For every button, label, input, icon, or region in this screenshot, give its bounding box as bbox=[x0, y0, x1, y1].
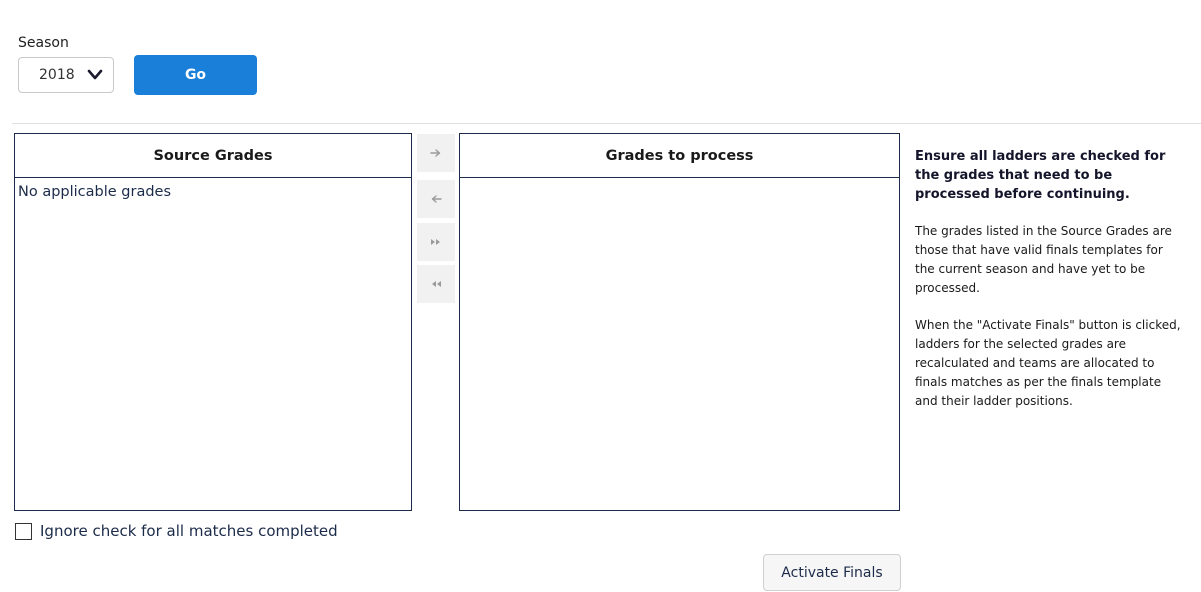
season-select[interactable]: 2018 bbox=[18, 57, 114, 93]
info-paragraph-source: The grades listed in the Source Grades a… bbox=[915, 224, 1172, 295]
season-label: Season bbox=[18, 35, 69, 51]
activate-finals-button[interactable]: Activate Finals bbox=[763, 554, 901, 591]
season-selected-value: 2018 bbox=[39, 67, 75, 83]
source-grades-list[interactable]: Source Grades No applicable grades bbox=[14, 133, 412, 511]
double-arrow-right-icon bbox=[431, 239, 440, 245]
move-left-button[interactable] bbox=[417, 180, 455, 218]
double-arrow-left-icon bbox=[432, 281, 441, 287]
arrow-right-icon bbox=[430, 149, 441, 157]
section-divider bbox=[12, 123, 1201, 124]
move-all-right-button[interactable] bbox=[417, 223, 455, 261]
info-panel: Ensure all ladders are checked for the g… bbox=[915, 147, 1185, 411]
info-paragraph-activate: When the "Activate Finals" button is cli… bbox=[915, 318, 1181, 408]
grades-to-process-list[interactable]: Grades to process bbox=[459, 133, 900, 511]
move-all-left-button[interactable] bbox=[417, 265, 455, 303]
source-grades-header: Source Grades bbox=[15, 134, 411, 178]
grades-to-process-header: Grades to process bbox=[460, 134, 899, 178]
ignore-check-label: Ignore check for all matches completed bbox=[40, 522, 338, 540]
ignore-check-row[interactable]: Ignore check for all matches completed bbox=[15, 522, 338, 540]
ignore-check-checkbox[interactable] bbox=[15, 522, 32, 540]
arrow-left-icon bbox=[431, 195, 442, 203]
go-button[interactable]: Go bbox=[134, 55, 257, 95]
chevron-down-icon bbox=[87, 69, 103, 80]
info-title: Ensure all ladders are checked for the g… bbox=[915, 149, 1166, 202]
move-right-button[interactable] bbox=[417, 134, 455, 172]
source-grades-empty-text: No applicable grades bbox=[18, 184, 172, 200]
